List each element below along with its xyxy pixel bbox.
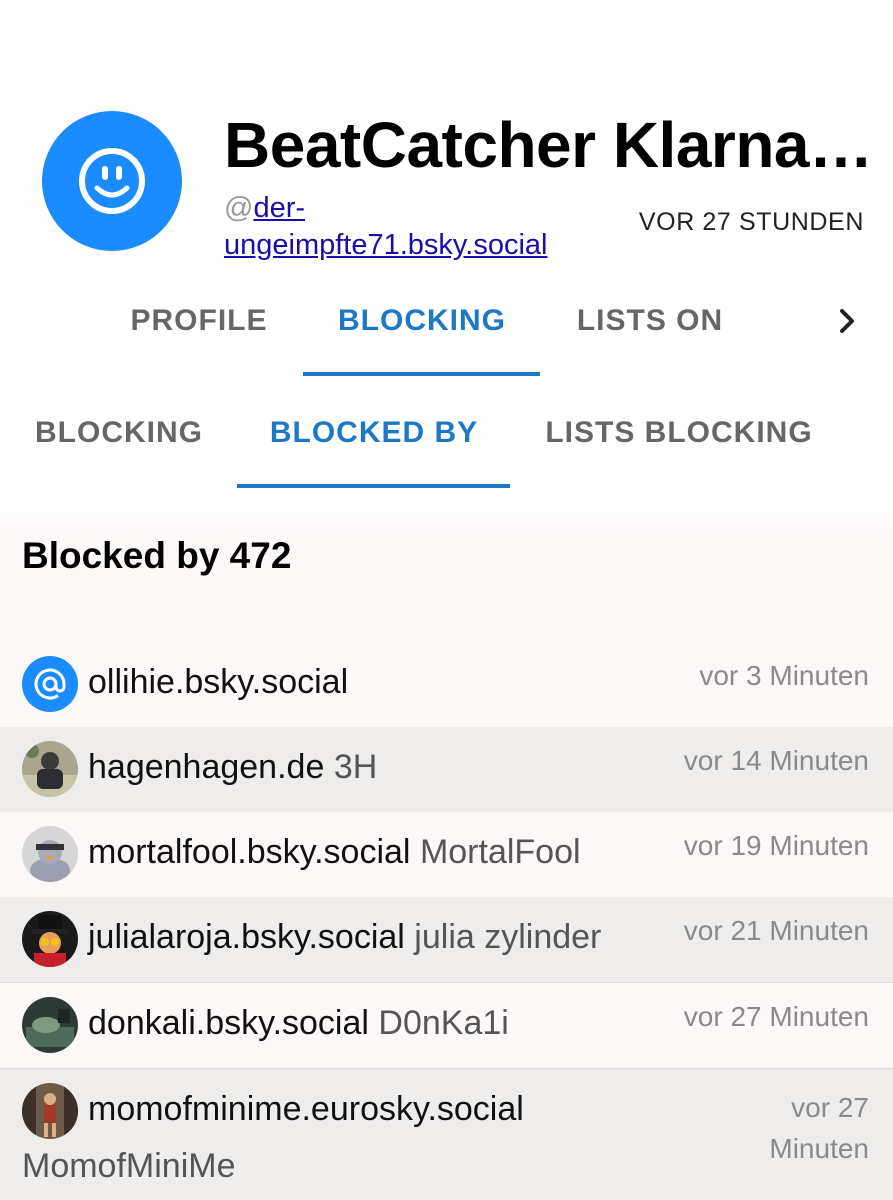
avatar — [22, 741, 78, 797]
timestamp: vor 27 Minuten — [683, 1001, 869, 1032]
subtab-lists-blocking[interactable]: LISTS BLOCKING — [530, 416, 828, 450]
handle-prefix: @ — [224, 192, 254, 224]
runner-icon — [22, 1083, 78, 1139]
subtab-blocked-by[interactable]: BLOCKED BY — [238, 416, 510, 450]
user-handle[interactable]: julialaroja.bsky.social julia zylinder — [88, 918, 601, 957]
hat-figure-icon — [22, 911, 78, 967]
avatar — [22, 656, 78, 712]
posted-time: VOR 27 STUNDEN — [638, 208, 864, 236]
chevron-right-icon[interactable] — [832, 306, 862, 336]
user-handle[interactable]: ollihie.bsky.social — [88, 663, 348, 702]
smiley-icon — [79, 148, 145, 214]
list-item[interactable]: momofminime.eurosky.social MomofMiniMe v… — [0, 1069, 893, 1200]
timestamp: vor 21 Minuten — [683, 915, 869, 946]
timestamp: vor 3 Minuten — [699, 660, 869, 691]
display-name: 3H — [333, 748, 378, 786]
list-item[interactable]: hagenhagen.de 3H vor 14 Minuten — [0, 727, 893, 813]
sub-tab-indicator — [237, 484, 510, 488]
duck-icon — [22, 826, 78, 882]
handle-link[interactable]: der-ungeimpfte71.bsky.social — [224, 192, 547, 261]
blocked-by-heading: Blocked by 472 — [22, 535, 292, 576]
list-item[interactable]: mortalfool.bsky.social MortalFool vor 19… — [0, 812, 893, 898]
display-name: julia zylinder — [414, 918, 602, 956]
list-item[interactable]: ollihie.bsky.social vor 3 Minuten — [0, 642, 893, 728]
display-name: D0nKa1i — [378, 1004, 509, 1042]
at-sign-icon — [34, 668, 66, 700]
scene-icon — [22, 997, 78, 1053]
timestamp: vor 19 Minuten — [683, 830, 869, 861]
tab-profile[interactable]: PROFILE — [120, 304, 278, 338]
user-photo-icon — [22, 741, 78, 797]
profile-handle: @der-ungeimpfte71.bsky.social — [224, 190, 624, 264]
user-handle[interactable]: donkali.bsky.social D0nKa1i — [88, 1004, 509, 1043]
avatar — [22, 1083, 78, 1139]
list-item[interactable]: donkali.bsky.social D0nKa1i vor 27 Minut… — [0, 983, 893, 1069]
subtab-blocking[interactable]: BLOCKING — [20, 416, 218, 450]
user-handle[interactable]: mortalfool.bsky.social MortalFool — [88, 833, 581, 872]
tab-blocking[interactable]: BLOCKING — [304, 304, 540, 338]
user-handle[interactable]: hagenhagen.de 3H — [88, 748, 377, 787]
display-name: MortalFool — [419, 833, 581, 871]
list-item[interactable]: julialaroja.bsky.social julia zylinder v… — [0, 897, 893, 983]
avatar — [22, 997, 78, 1053]
profile-avatar[interactable] — [42, 111, 182, 251]
timestamp: vor 14 Minuten — [683, 745, 869, 776]
avatar — [22, 826, 78, 882]
main-tab-indicator — [303, 372, 540, 376]
user-handle[interactable]: momofminime.eurosky.social — [88, 1090, 524, 1129]
profile-title: BeatCatcher Klarna… — [224, 109, 873, 181]
tab-lists-on[interactable]: LISTS ON — [560, 304, 740, 338]
display-name: MomofMiniMe — [22, 1147, 236, 1185]
timestamp: vor 27 Minuten — [769, 1092, 869, 1164]
avatar — [22, 911, 78, 967]
